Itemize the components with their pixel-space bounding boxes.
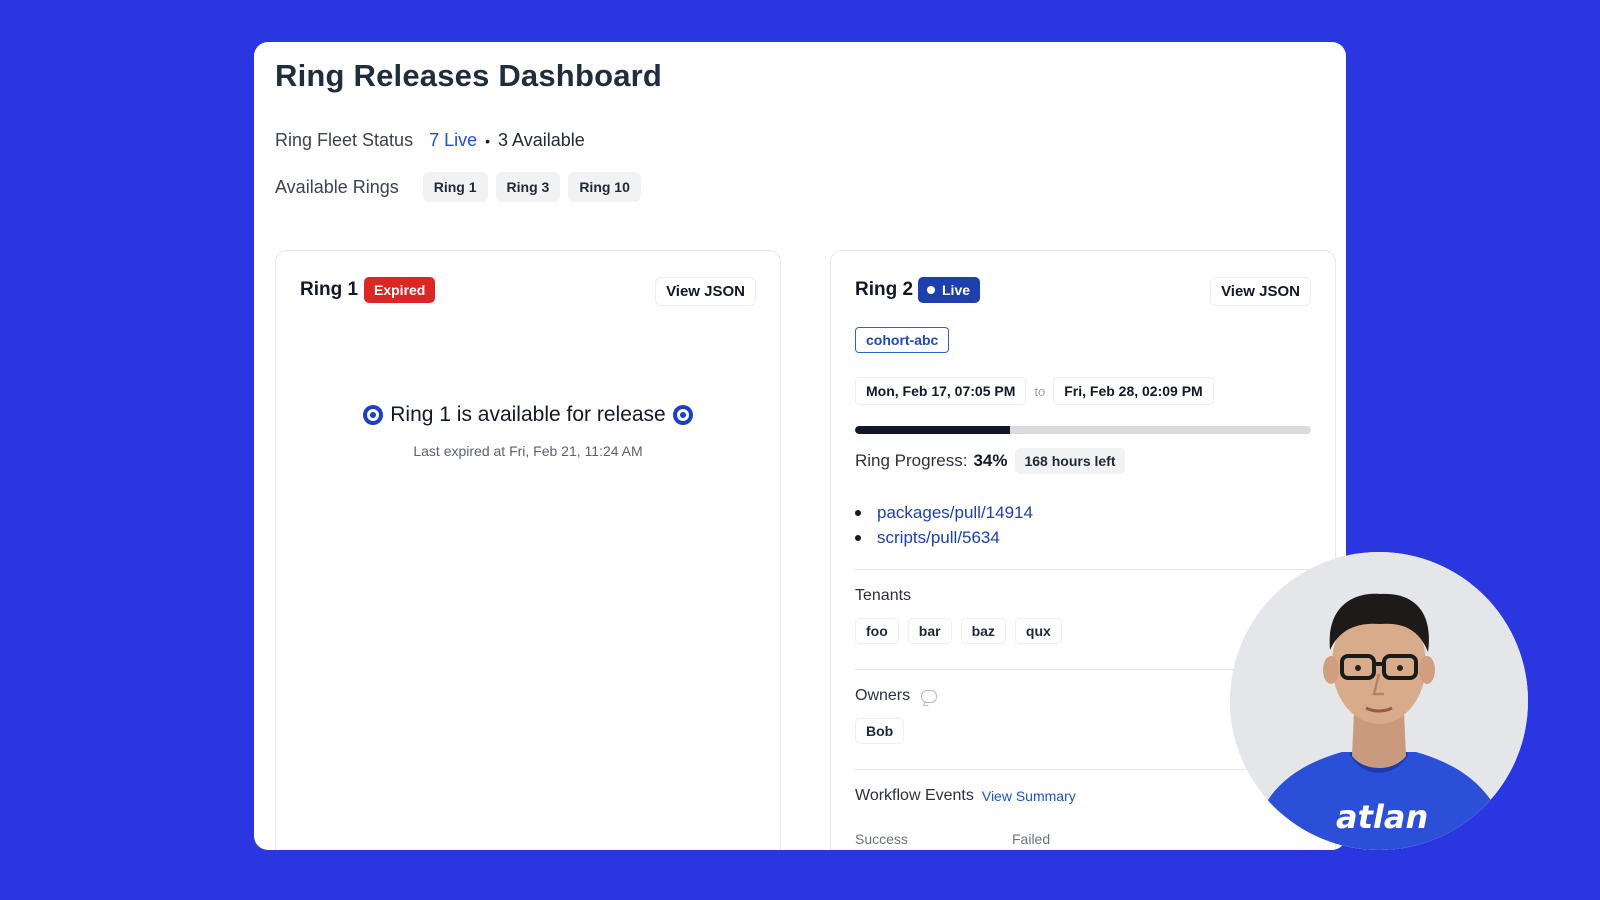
fleet-live-count[interactable]: 7 Live — [429, 130, 477, 151]
owners-section: Owners — [855, 687, 938, 705]
available-ring-chip[interactable]: Ring 3 — [495, 172, 561, 202]
pull-request-link[interactable]: packages/pull/14914 — [855, 503, 1033, 523]
last-expired-text: Last expired at Fri, Feb 21, 11:24 AM — [413, 443, 643, 459]
events-column-success: Success — [855, 831, 908, 847]
tenant-tag[interactable]: baz — [960, 618, 1006, 644]
status-badge-live: Live — [918, 277, 981, 303]
tenants-label: Tenants — [855, 587, 912, 604]
start-date: Mon, Feb 17, 07:05 PM — [855, 377, 1027, 405]
hours-left-chip: 168 hours left — [1015, 448, 1125, 474]
available-ring-chip[interactable]: Ring 1 — [422, 172, 488, 202]
tenants-list: foo bar baz qux — [855, 618, 1071, 644]
ring-available-message: Ring 1 is available for release — [276, 403, 780, 427]
view-summary-link[interactable]: View Summary — [982, 788, 1076, 804]
tenant-tag[interactable]: qux — [1014, 618, 1062, 644]
dashboard-window: Ring Releases Dashboard Ring Fleet Statu… — [254, 42, 1346, 850]
ring-progress: Ring Progress: 34% 168 hours left — [855, 448, 1125, 474]
ring-progress-percent: 34% — [973, 451, 1008, 470]
available-rings-label: Available Rings — [275, 176, 399, 197]
available-ring-chip[interactable]: Ring 10 — [568, 172, 641, 202]
available-rings: Available Rings Ring 1 Ring 3 Ring 10 — [275, 172, 649, 202]
ring-progress-fill — [855, 426, 1011, 434]
fleet-separator: • — [485, 132, 491, 149]
view-json-button[interactable]: View JSON — [655, 277, 756, 306]
cohort-tag[interactable]: cohort-abc — [855, 327, 950, 353]
page-title: Ring Releases Dashboard — [275, 58, 663, 93]
workflow-events-columns: Success Failed — [855, 831, 1050, 847]
shirt-logo-text: atlan — [1336, 798, 1428, 836]
status-badge-live-label: Live — [942, 282, 971, 298]
workflow-events-label: Workflow Events — [855, 787, 974, 804]
end-date: Fri, Feb 28, 02:09 PM — [1053, 377, 1214, 405]
events-column-failed: Failed — [1012, 831, 1051, 847]
fleet-available-count: 3 Available — [498, 130, 585, 150]
ring-progress-label: Ring Progress: — [855, 451, 968, 470]
workflow-events-section: Workflow Events View Summary — [855, 787, 1076, 805]
nazar-eye-icon — [672, 405, 693, 425]
release-window: Mon, Feb 17, 07:05 PM to Fri, Feb 28, 02… — [855, 377, 1214, 405]
nazar-eye-icon — [363, 405, 384, 425]
status-badge-expired: Expired — [364, 277, 436, 303]
ring-1-card: Ring 1 Expired View JSON Ring 1 is avail… — [275, 250, 781, 850]
divider — [855, 769, 1311, 770]
owner-tag[interactable]: Bob — [855, 718, 905, 744]
ring-2-title: Ring 2 — [855, 279, 914, 300]
ring-1-title: Ring 1 — [300, 279, 359, 300]
pull-request-list: packages/pull/14914 scripts/pull/5634 — [855, 503, 1033, 553]
pull-request-link[interactable]: scripts/pull/5634 — [855, 528, 1033, 548]
ring-available-text: Ring 1 is available for release — [390, 403, 666, 426]
date-separator: to — [1034, 383, 1046, 399]
divider — [855, 569, 1311, 570]
presenter-photo: atlan — [1230, 552, 1528, 850]
fleet-status: Ring Fleet Status 7 Live • 3 Available — [275, 130, 585, 151]
comment-icon[interactable] — [921, 689, 938, 703]
live-dot-icon — [927, 286, 935, 294]
view-json-button[interactable]: View JSON — [1210, 277, 1311, 306]
presenter-avatar: atlan — [1230, 552, 1528, 850]
fleet-status-label: Ring Fleet Status — [275, 130, 414, 150]
tenant-tag[interactable]: foo — [855, 618, 899, 644]
tenant-tag[interactable]: bar — [907, 618, 952, 644]
owners-list: Bob — [855, 718, 913, 744]
ring-progress-bar — [855, 426, 1311, 434]
owners-label: Owners — [855, 687, 911, 704]
